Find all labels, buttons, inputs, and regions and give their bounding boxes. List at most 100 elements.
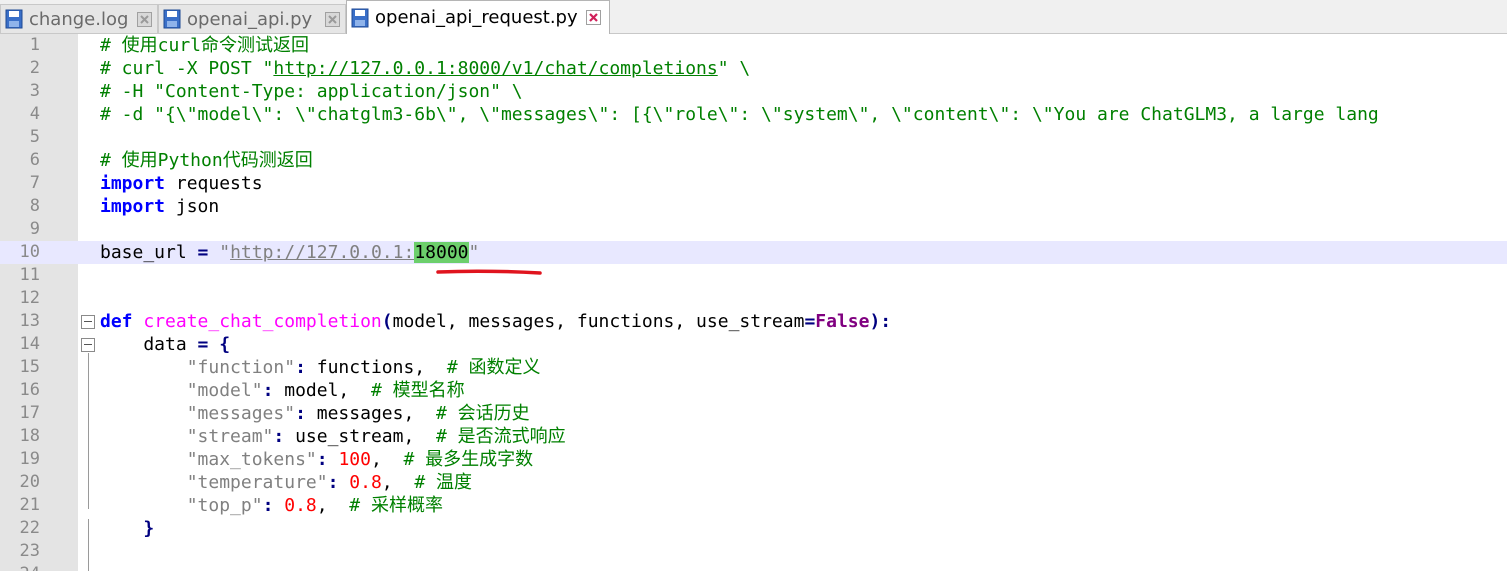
code-line[interactable]: 12 — [0, 287, 1507, 310]
code-line[interactable]: 7 import requests — [0, 172, 1507, 195]
code-token: : — [262, 380, 274, 401]
tab-label: change.log — [29, 8, 129, 30]
code-token: : — [295, 403, 306, 424]
code-line[interactable]: 9 — [0, 218, 1507, 241]
code-token: import — [100, 173, 166, 194]
code-line[interactable]: 1 # 使用curl命令测试返回 — [0, 34, 1507, 57]
code-token: ): — [869, 311, 892, 332]
code-token: , — [370, 449, 404, 470]
code-line[interactable]: 13 def create_chat_completion(model, mess… — [0, 310, 1507, 333]
code-token: 100 — [338, 449, 371, 470]
code-token: create_chat_completion — [143, 311, 382, 332]
code-line[interactable]: 16 "model": model, # 模型名称 — [0, 379, 1507, 402]
tab-openai-api-request[interactable]: openai_api_request.py — [346, 0, 610, 34]
code-line[interactable]: 4 # -d "{\"model\": \"chatglm3-6b\", \"me… — [0, 103, 1507, 126]
close-icon[interactable] — [137, 12, 152, 27]
code-token: "stream" — [186, 426, 274, 447]
code-token: : — [262, 495, 274, 516]
fold-toggle-icon[interactable] — [81, 315, 95, 329]
line-number: 13 — [19, 311, 40, 331]
code-text: # 使用Python代码测返回 — [100, 149, 313, 172]
code-line[interactable]: 20 "temperature": 0.8, # 温度 — [0, 471, 1507, 494]
code-token: "function" — [186, 357, 296, 378]
code-line[interactable]: 18 "stream": use_stream, # 是否流式响应 — [0, 425, 1507, 448]
code-token: json — [165, 196, 220, 217]
code-text: "messages": messages, # 会话历史 — [100, 402, 530, 425]
code-token: model, messages, functions, use_stream — [392, 311, 805, 332]
code-token: = — [197, 242, 209, 263]
line-number: 10 — [19, 242, 40, 262]
line-number: 7 — [29, 173, 40, 193]
code-line[interactable]: 22 } — [0, 517, 1507, 540]
code-line[interactable]: 14 data = { — [0, 333, 1507, 356]
red-underline-annotation — [436, 269, 542, 275]
tab-change-log[interactable]: change.log — [0, 4, 158, 33]
selected-text: 18000 — [414, 242, 469, 263]
code-editor[interactable]: 1 # 使用curl命令测试返回 2 # curl -X POST "http://1… — [0, 34, 1507, 571]
line-number: 18 — [19, 426, 40, 446]
line-number: 2 — [29, 58, 40, 78]
code-line[interactable]: 2 # curl -X POST "http://127.0.0.1:8000/v… — [0, 57, 1507, 80]
code-token: requests — [165, 173, 263, 194]
line-number: 15 — [19, 357, 40, 377]
code-line[interactable]: 6 # 使用Python代码测返回 — [0, 149, 1507, 172]
code-token: ( — [381, 311, 393, 332]
code-token: # 温度 — [414, 472, 472, 493]
code-line[interactable]: 3 # -H "Content-Type: application/json" \ — [0, 80, 1507, 103]
code-token: # 使用curl命令测试返回 — [100, 35, 310, 56]
code-line[interactable]: 5 — [0, 126, 1507, 149]
code-token: " — [468, 242, 480, 263]
code-token: , — [316, 495, 350, 516]
code-token: "messages" — [186, 403, 296, 424]
line-number: 20 — [19, 472, 40, 492]
code-line[interactable]: 15 "function": functions, # 函数定义 — [0, 356, 1507, 379]
line-number: 1 — [29, 35, 40, 55]
code-text: base_url = "http://127.0.0.1:18000" — [100, 241, 479, 264]
code-line[interactable]: 8 import json — [0, 195, 1507, 218]
fold-guide — [88, 353, 89, 509]
code-token: model, — [273, 380, 371, 401]
line-number: 3 — [29, 81, 40, 101]
close-icon[interactable] — [325, 12, 340, 27]
code-token: import — [100, 196, 166, 217]
line-number: 16 — [19, 380, 40, 400]
tab-bar: change.log openai_api.py openai_api_requ… — [0, 0, 1507, 34]
save-icon — [5, 9, 23, 29]
code-token: } — [143, 518, 155, 539]
code-text: data = { — [100, 333, 230, 356]
line-number: 17 — [19, 403, 40, 423]
code-token: 0.8 — [349, 472, 382, 493]
code-token: functions, — [305, 357, 447, 378]
code-text: def create_chat_completion(model, messag… — [100, 310, 891, 333]
line-number: 19 — [19, 449, 40, 469]
code-text: import json — [100, 195, 219, 218]
code-token: # 模型名称 — [370, 380, 465, 401]
save-icon — [163, 9, 181, 29]
code-token: base_url — [100, 242, 198, 263]
fold-guide — [88, 519, 89, 571]
fold-toggle-icon[interactable] — [81, 338, 95, 352]
current-line[interactable]: 10 base_url = "http://127.0.0.1:18000" — [0, 241, 1507, 264]
code-text: # -H "Content-Type: application/json" \ — [100, 80, 523, 103]
line-number: 24 — [0, 563, 40, 571]
line-number: 6 — [29, 150, 40, 170]
close-icon[interactable] — [586, 10, 601, 25]
code-token: " — [219, 242, 231, 263]
code-line[interactable]: 11 — [0, 264, 1507, 287]
code-line[interactable]: 23 — [0, 540, 1507, 563]
code-line[interactable]: 17 "messages": messages, # 会话历史 — [0, 402, 1507, 425]
code-token: # curl -X POST " — [100, 58, 274, 79]
code-token: 0.8 — [284, 495, 317, 516]
code-line[interactable]: 21 "top_p": 0.8, # 采样概率 — [0, 494, 1507, 517]
code-token: "top_p" — [186, 495, 263, 516]
code-token: = { — [197, 334, 231, 355]
code-line[interactable]: 24 — [0, 563, 1507, 571]
code-line[interactable]: 19 "max_tokens": 100, # 最多生成字数 — [0, 448, 1507, 471]
tab-openai-api[interactable]: openai_api.py — [158, 4, 346, 33]
code-token: # 函数定义 — [446, 357, 541, 378]
